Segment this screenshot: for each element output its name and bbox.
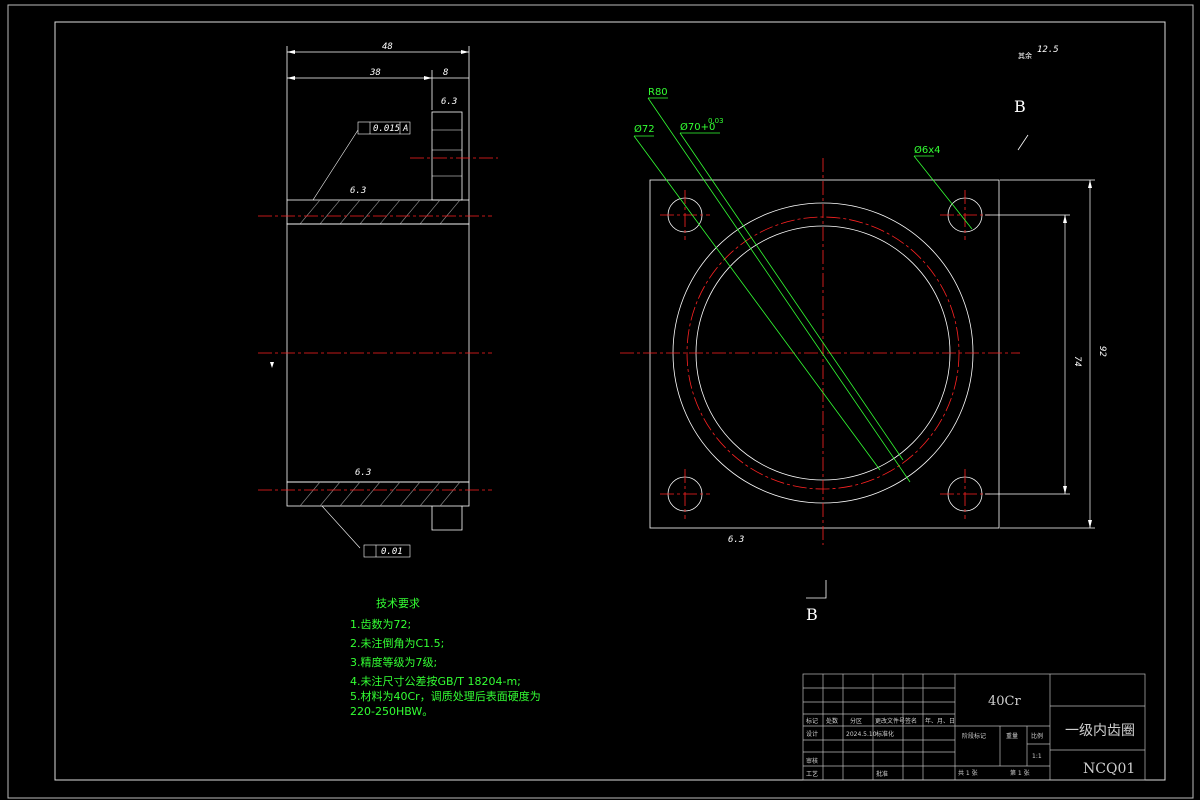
label-process: 工艺 — [806, 770, 818, 778]
material-text: 40Cr — [988, 694, 1021, 709]
roughness-bottom-text: 6.3 — [355, 468, 371, 478]
tech-req-item-4: 4.未注尺寸公差按GB/T 18204-m; — [350, 674, 521, 688]
dim-left-text: 38 — [369, 68, 381, 78]
label-mark: 标记 — [806, 717, 818, 725]
tech-req-item-6: 220-250HBW。 — [350, 705, 433, 718]
front-view: R80 Ø72 Ø70+0 0.03 Ø6x4 74 92 6.3 B B 其余… — [620, 45, 1107, 624]
scale-value: 1:1 — [1032, 753, 1042, 760]
title-block-text: 40Cr 一级内齿圈 NCQ01 标记 处数 分区 更改文件号 签名 年、月、日… — [806, 694, 1135, 778]
label-zone: 分区 — [850, 717, 862, 725]
tech-req-title: 技术要求 — [376, 597, 420, 610]
label-sheet-no: 第 1 张 — [1010, 769, 1030, 777]
section-label-top: B — [1014, 97, 1026, 116]
dim-total-text: 48 — [382, 42, 393, 52]
callout-bolt-circle: R80 — [648, 87, 668, 98]
section-label-bottom: B — [806, 605, 818, 624]
label-count: 处数 — [826, 717, 838, 725]
label-review: 审核 — [806, 757, 818, 765]
tolerance-top-text: 0.015 — [373, 124, 400, 134]
datum-marker — [270, 362, 274, 368]
plate-outline — [649, 179, 1000, 529]
tech-req-item-2: 2.未注倒角为C1.5; — [350, 636, 444, 650]
tech-req-item-5: 5.材料为40Cr，调质处理后表面硬度为 — [350, 689, 541, 703]
roughness-note: 其余 — [1018, 51, 1032, 60]
dim-right-text: 8 — [443, 68, 448, 78]
tech-req-item-3: 3.精度等级为7级; — [350, 655, 437, 669]
part-name-text: 一级内齿圈 — [1065, 723, 1135, 739]
label-date: 年、月、日 — [925, 717, 955, 725]
dim-hole-spacing: 74 — [1072, 356, 1082, 367]
label-total-sheets: 共 1 张 — [958, 769, 978, 777]
tolerance-top-datum: A — [402, 124, 408, 134]
drawing-canvas: 48 38 8 6.3 6.3 6.3 0.015 A 0.01 R80 Ø72… — [7, 4, 1194, 799]
technical-requirements: 技术要求 1.齿数为72; 2.未注倒角为C1.5; 3.精度等级为7级; 4.… — [350, 597, 541, 718]
label-signature: 签名 — [905, 717, 917, 725]
roughness-flange-text: 6.3 — [441, 97, 457, 107]
label-change-doc: 更改文件号 — [875, 717, 905, 725]
tech-req-item-1: 1.齿数为72; — [350, 618, 411, 631]
label-weight: 重量 — [1006, 732, 1018, 740]
tolerance-bottom-text: 0.01 — [381, 547, 403, 557]
side-view: 48 38 8 6.3 6.3 6.3 0.015 A 0.01 — [258, 42, 498, 558]
callout-bore-tol: 0.03 — [708, 117, 724, 125]
roughness-top-text: 6.3 — [350, 186, 366, 196]
front-roughness-bottom: 6.3 — [728, 535, 744, 545]
inner-frame — [54, 21, 1166, 781]
outer-frame — [7, 4, 1194, 799]
label-stage-mark: 阶段标记 — [962, 732, 986, 740]
callout-pitch: Ø72 — [634, 123, 655, 135]
callout-holes: Ø6x4 — [914, 144, 941, 156]
label-standardization: 标准化 — [876, 730, 894, 738]
label-scale: 比例 — [1031, 732, 1043, 740]
dim-plate-size: 92 — [1097, 346, 1107, 357]
roughness-value: 12.5 — [1037, 45, 1059, 55]
label-design: 设计 — [806, 730, 818, 738]
label-approve: 批准 — [876, 770, 888, 778]
design-date: 2024.5.10 — [846, 731, 877, 738]
drawing-number-text: NCQ01 — [1083, 761, 1135, 777]
